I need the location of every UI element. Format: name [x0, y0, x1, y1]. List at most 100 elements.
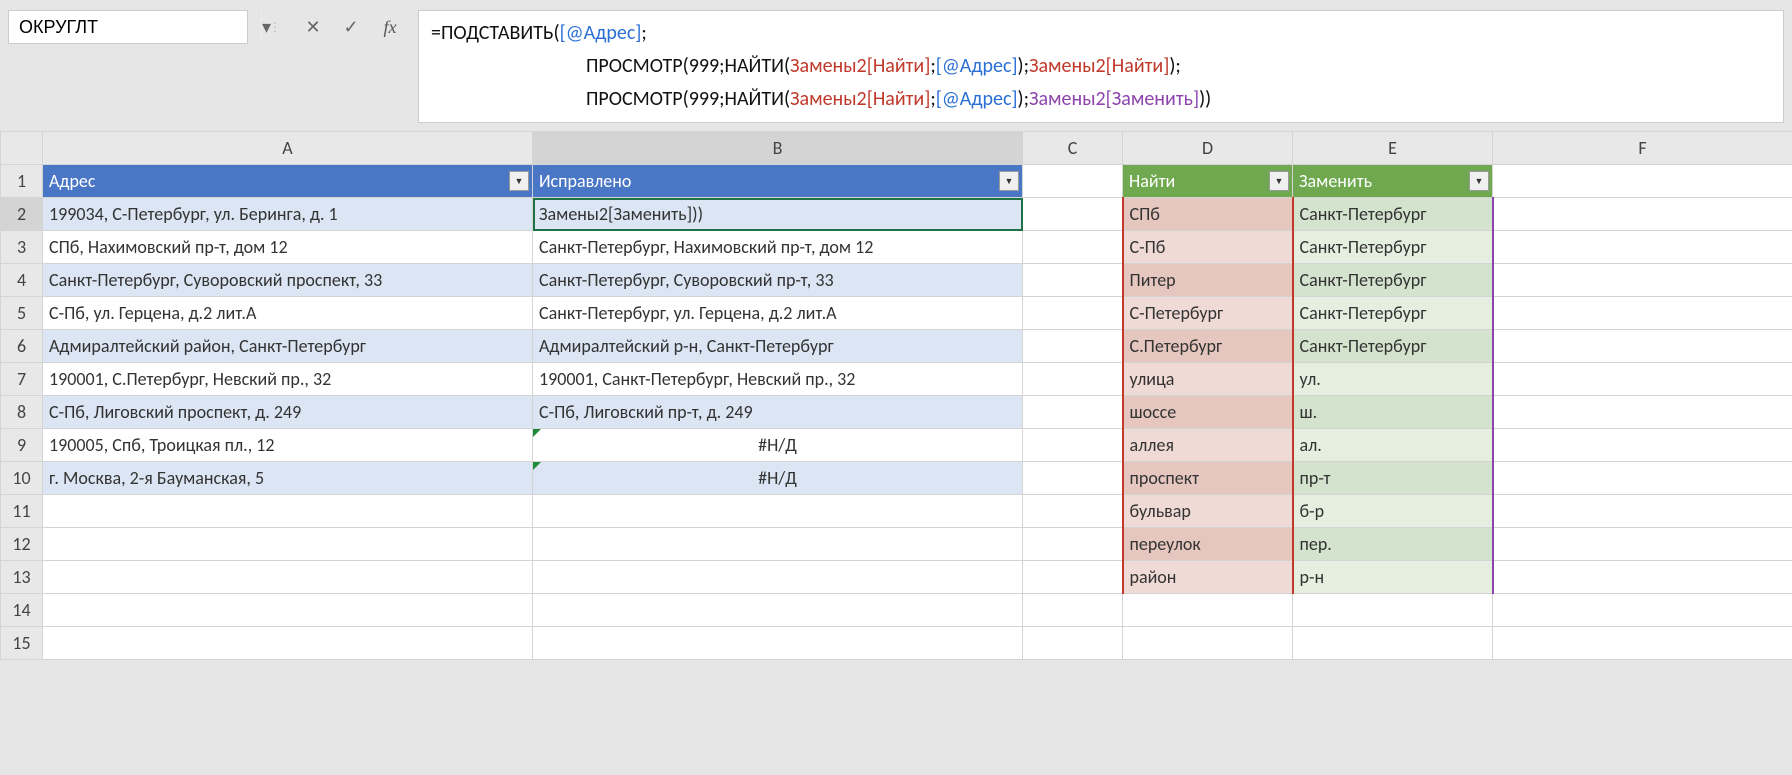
- name-box[interactable]: ▾: [8, 10, 248, 44]
- cell[interactable]: С-Петербург: [1123, 297, 1293, 330]
- cell[interactable]: [533, 594, 1023, 627]
- cell[interactable]: С-Пб, Лиговский пр-т, д. 249: [533, 396, 1023, 429]
- cell[interactable]: Санкт-Петербург: [1293, 231, 1493, 264]
- row-header[interactable]: 14: [1, 594, 43, 627]
- cell[interactable]: Санкт-Петербург, Суворовский пр-т, 33: [533, 264, 1023, 297]
- cell[interactable]: г. Москва, 2-я Бауманская, 5: [43, 462, 533, 495]
- cell[interactable]: [1023, 231, 1123, 264]
- cell[interactable]: [1493, 462, 1792, 495]
- fx-button[interactable]: fx: [370, 10, 410, 44]
- col-header-C[interactable]: C: [1023, 132, 1123, 165]
- cell[interactable]: [43, 495, 533, 528]
- row-header[interactable]: 8: [1, 396, 43, 429]
- cell[interactable]: СПб: [1123, 198, 1293, 231]
- cell[interactable]: [1493, 198, 1792, 231]
- cell[interactable]: [1493, 528, 1792, 561]
- cell[interactable]: [1493, 561, 1792, 594]
- cell[interactable]: [1493, 495, 1792, 528]
- cell[interactable]: ш.: [1293, 396, 1493, 429]
- name-box-input[interactable]: [9, 17, 261, 38]
- row-header[interactable]: 6: [1, 330, 43, 363]
- cell[interactable]: Санкт-Петербург, ул. Герцена, д.2 лит.А: [533, 297, 1023, 330]
- cell[interactable]: пер.: [1293, 528, 1493, 561]
- cell[interactable]: СПб, Нахимовский пр-т, дом 12: [43, 231, 533, 264]
- cell[interactable]: [1493, 429, 1792, 462]
- cell[interactable]: Найти▼: [1123, 165, 1293, 198]
- row-header[interactable]: 13: [1, 561, 43, 594]
- cell[interactable]: [43, 627, 533, 660]
- row-header[interactable]: 4: [1, 264, 43, 297]
- cell[interactable]: [1493, 396, 1792, 429]
- cell[interactable]: Санкт-Петербург, Нахимовский пр-т, дом 1…: [533, 231, 1023, 264]
- cell[interactable]: Санкт-Петербург: [1293, 264, 1493, 297]
- row-header[interactable]: 10: [1, 462, 43, 495]
- col-header-A[interactable]: A: [43, 132, 533, 165]
- cancel-button[interactable]: ✕: [294, 10, 332, 44]
- cell[interactable]: шоссе: [1123, 396, 1293, 429]
- cell[interactable]: [1023, 495, 1123, 528]
- cell[interactable]: ал.: [1293, 429, 1493, 462]
- cell[interactable]: [1493, 165, 1792, 198]
- col-header-E[interactable]: E: [1293, 132, 1493, 165]
- row-header[interactable]: 9: [1, 429, 43, 462]
- cell[interactable]: б-р: [1293, 495, 1493, 528]
- cell[interactable]: С-Пб, Лиговский проспект, д. 249: [43, 396, 533, 429]
- cell[interactable]: [1493, 627, 1792, 660]
- cell[interactable]: переулок: [1123, 528, 1293, 561]
- cell[interactable]: [1493, 594, 1792, 627]
- cell[interactable]: [1493, 363, 1792, 396]
- cell[interactable]: [43, 561, 533, 594]
- cell[interactable]: Адмиралтейский район, Санкт-Петербург: [43, 330, 533, 363]
- cell[interactable]: [1023, 264, 1123, 297]
- cell[interactable]: район: [1123, 561, 1293, 594]
- cell[interactable]: [1023, 429, 1123, 462]
- cell[interactable]: Санкт-Петербург: [1293, 330, 1493, 363]
- row-header[interactable]: 11: [1, 495, 43, 528]
- cell[interactable]: [1123, 627, 1293, 660]
- cell[interactable]: [1123, 594, 1293, 627]
- cell[interactable]: ул.: [1293, 363, 1493, 396]
- cell[interactable]: Санкт-Петербург: [1293, 198, 1493, 231]
- cell[interactable]: [1023, 627, 1123, 660]
- cell[interactable]: Исправлено▼: [533, 165, 1023, 198]
- cell[interactable]: [43, 528, 533, 561]
- row-header[interactable]: 3: [1, 231, 43, 264]
- cell[interactable]: #Н/Д: [533, 429, 1023, 462]
- cell[interactable]: [1023, 165, 1123, 198]
- cell[interactable]: [1023, 528, 1123, 561]
- cell[interactable]: [1023, 561, 1123, 594]
- enter-button[interactable]: ✓: [332, 10, 370, 44]
- cell[interactable]: [533, 627, 1023, 660]
- cell[interactable]: улица: [1123, 363, 1293, 396]
- cell[interactable]: р-н: [1293, 561, 1493, 594]
- cell[interactable]: [1293, 594, 1493, 627]
- cell[interactable]: Санкт-Петербург, Суворовский проспект, 3…: [43, 264, 533, 297]
- cell[interactable]: бульвар: [1123, 495, 1293, 528]
- row-header[interactable]: 1: [1, 165, 43, 198]
- cell[interactable]: пр-т: [1293, 462, 1493, 495]
- cell[interactable]: Адмиралтейский р-н, Санкт-Петербург: [533, 330, 1023, 363]
- row-header[interactable]: 12: [1, 528, 43, 561]
- cell[interactable]: Заменить▼: [1293, 165, 1493, 198]
- cell[interactable]: Адрес▼: [43, 165, 533, 198]
- select-all-corner[interactable]: [1, 132, 43, 165]
- cell[interactable]: Питер: [1123, 264, 1293, 297]
- cell[interactable]: [1293, 627, 1493, 660]
- cell[interactable]: 190001, С.Петербург, Невский пр., 32: [43, 363, 533, 396]
- col-header-B[interactable]: B: [533, 132, 1023, 165]
- cell[interactable]: [1023, 363, 1123, 396]
- filter-button[interactable]: ▼: [509, 171, 529, 191]
- cell[interactable]: [1023, 297, 1123, 330]
- cell[interactable]: [533, 495, 1023, 528]
- cell[interactable]: [1023, 462, 1123, 495]
- cell[interactable]: Санкт-Петербург: [1293, 297, 1493, 330]
- cell[interactable]: аллея: [1123, 429, 1293, 462]
- row-header[interactable]: 15: [1, 627, 43, 660]
- formula-input[interactable]: =ПОДСТАВИТЬ([@Адрес]; ПРОСМОТР(999;НАЙТИ…: [418, 10, 1784, 123]
- cell[interactable]: [1493, 264, 1792, 297]
- cell[interactable]: проспект: [1123, 462, 1293, 495]
- cell[interactable]: [533, 528, 1023, 561]
- cell[interactable]: 190001, Санкт-Петербург, Невский пр., 32: [533, 363, 1023, 396]
- cell[interactable]: [1023, 396, 1123, 429]
- cell[interactable]: С-Пб: [1123, 231, 1293, 264]
